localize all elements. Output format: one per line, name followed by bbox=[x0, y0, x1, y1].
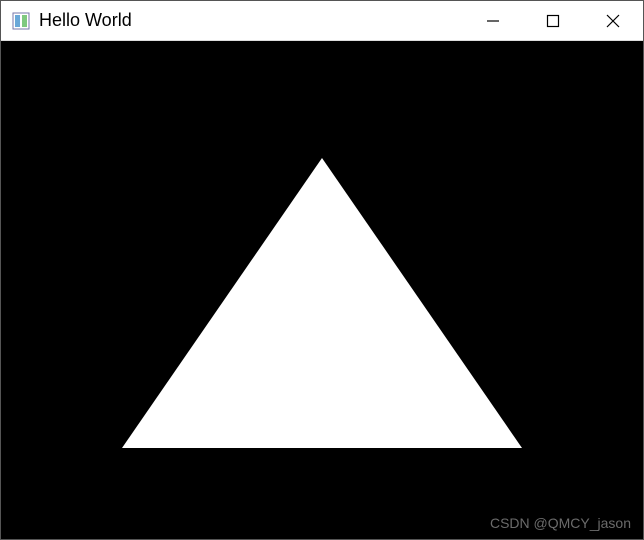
triangle-shape bbox=[122, 158, 522, 448]
close-icon bbox=[606, 14, 620, 28]
app-icon bbox=[11, 11, 31, 31]
close-button[interactable] bbox=[583, 1, 643, 40]
render-canvas: CSDN @QMCY_jason bbox=[1, 41, 643, 539]
minimize-icon bbox=[486, 14, 500, 28]
application-window: Hello World CSDN @QMCY_jason bbox=[0, 0, 644, 540]
titlebar[interactable]: Hello World bbox=[1, 1, 643, 41]
watermark-text: CSDN @QMCY_jason bbox=[490, 515, 631, 531]
window-controls bbox=[463, 1, 643, 40]
maximize-icon bbox=[546, 14, 560, 28]
minimize-button[interactable] bbox=[463, 1, 523, 40]
window-title: Hello World bbox=[39, 10, 132, 31]
maximize-button[interactable] bbox=[523, 1, 583, 40]
